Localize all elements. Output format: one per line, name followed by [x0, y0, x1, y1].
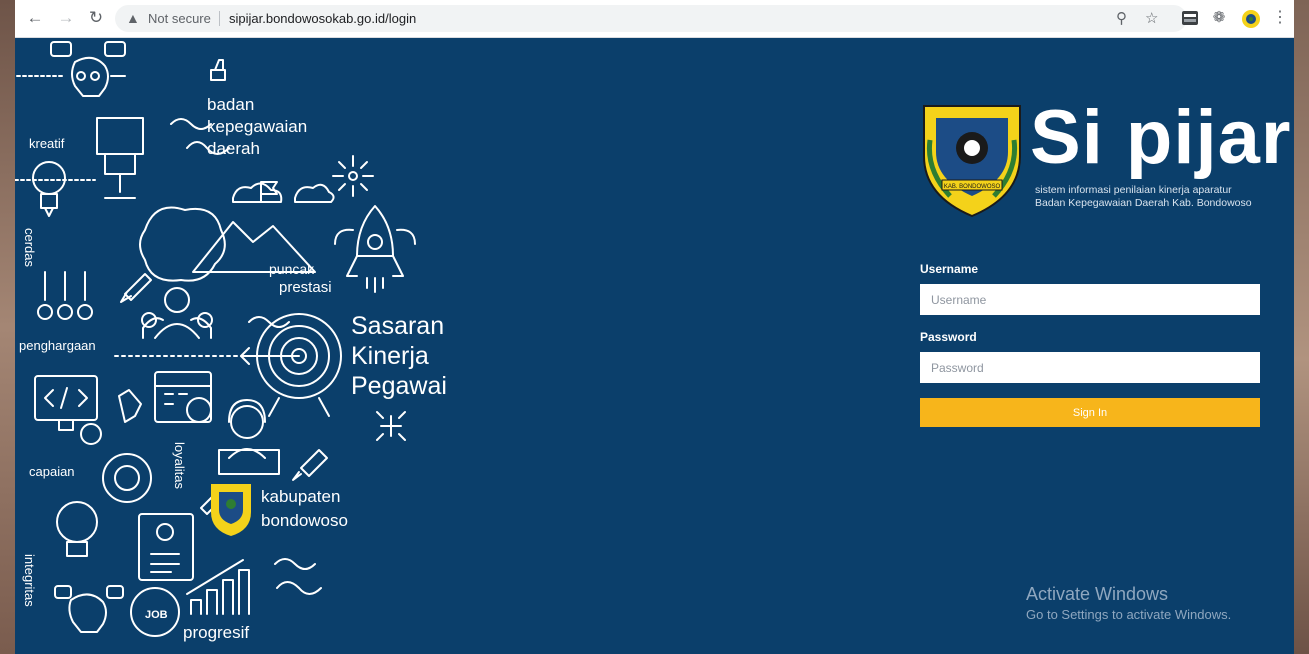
gear-brain-icon: [102, 453, 152, 503]
clock-icon: [186, 397, 212, 423]
password-input[interactable]: [920, 352, 1260, 383]
browser-toolbar: ← → ↻ ▲ Not secure sipijar.bondowosokab.…: [15, 0, 1294, 38]
medal-icon: [44, 271, 86, 301]
brain-icon: [139, 206, 226, 282]
sign-in-button[interactable]: Sign In: [920, 398, 1260, 427]
browser-window: ← → ↻ ▲ Not secure sipijar.bondowosokab.…: [15, 0, 1294, 654]
forward-arrow-icon[interactable]: →: [56, 8, 76, 28]
art-text-capaian: capaian: [29, 464, 75, 479]
password-label: Password: [920, 330, 977, 344]
rocket-small-icon: [292, 449, 328, 481]
kabupaten-crest-icon: [211, 484, 251, 536]
reload-icon[interactable]: ↻: [86, 8, 106, 28]
art-text-daerah: daerah: [207, 139, 260, 158]
art-text-loyalitas: loyalitas: [172, 442, 187, 489]
lightbulb-icon: [32, 161, 66, 195]
login-form: Username Password Sign In: [920, 262, 1260, 427]
chair-icon: [96, 117, 144, 199]
art-text-kepegawaian: kepegawaian: [207, 117, 307, 136]
more-menu-icon[interactable]: ⋮: [1271, 9, 1289, 27]
small-rocket-icon: [120, 273, 152, 303]
back-arrow-icon[interactable]: ←: [25, 8, 45, 28]
art-text-sasaran: Sasaran: [351, 312, 444, 340]
chat-bubble-icon: [50, 41, 72, 57]
art-text-badan: badan: [207, 95, 254, 114]
activation-message: Go to Settings to activate Windows.: [1026, 607, 1232, 622]
art-text-kinerja: Kinerja: [351, 342, 429, 370]
zoom-icon[interactable]: ⚲: [1116, 9, 1127, 27]
desktop-background-left: [0, 0, 15, 654]
warning-triangle-icon[interactable]: ▲: [126, 10, 140, 26]
bondowoso-crest-icon: KAB. BONDOWOSO: [923, 105, 1021, 218]
hand-pointer-icon: [118, 389, 142, 423]
app-subtitle: sistem informasi penilaian kinerja apara…: [1035, 184, 1252, 210]
art-text-cerdas: cerdas: [22, 228, 37, 268]
bar-chart-icon: [186, 559, 250, 615]
sparkle-icon: [376, 411, 406, 441]
art-text-kabupaten: kabupaten: [261, 487, 340, 506]
people-group-icon: [164, 287, 190, 313]
app-title: Si pijar: [1030, 95, 1292, 180]
gear-icon: [80, 423, 102, 445]
sipijar-brand: KAB. BONDOWOSO Si pijar sistem informasi…: [920, 95, 1290, 223]
bookmark-star-icon[interactable]: ☆: [1145, 9, 1158, 27]
art-text-job: JOB: [145, 609, 168, 621]
firework-icon: [348, 171, 358, 181]
thumbs-up-icon: [210, 59, 226, 81]
news-extension-icon[interactable]: [1181, 9, 1199, 27]
address-bar[interactable]: ▲ Not secure sipijar.bondowosokab.go.id/…: [115, 5, 1187, 32]
art-text-kreatif: kreatif: [29, 136, 65, 151]
url-text[interactable]: sipijar.bondowosokab.go.id/login: [229, 11, 416, 26]
desktop-background-right: [1294, 0, 1309, 654]
app-subtitle-line2: Badan Kepegawaian Daerah Kab. Bondowoso: [1035, 197, 1252, 209]
security-status-label[interactable]: Not secure: [148, 11, 211, 26]
idea-gear-icon: [56, 501, 98, 543]
activation-title: Activate Windows: [1026, 584, 1169, 604]
calendar-icon: [154, 371, 212, 423]
crest-text: KAB. BONDOWOSO: [944, 184, 1001, 190]
art-text-bondowoso: bondowoso: [261, 511, 348, 530]
art-text-integritas: integritas: [22, 554, 37, 607]
art-text-pegawai: Pegawai: [351, 372, 447, 400]
app-subtitle-line1: sistem informasi penilaian kinerja apara…: [1035, 184, 1232, 196]
username-input[interactable]: [920, 284, 1260, 315]
art-text-prestasi: prestasi: [279, 279, 332, 296]
customer-service-icon: [230, 405, 264, 439]
chat-bubble-icon: [104, 41, 126, 57]
art-text-progresif: progresif: [183, 623, 249, 642]
head-bottom-icon: [68, 593, 107, 633]
address-divider: [219, 11, 220, 26]
windows-activation-watermark: Activate Windows Go to Settings to activ…: [1026, 584, 1231, 622]
puzzle-extensions-icon[interactable]: ❁: [1210, 9, 1228, 27]
art-text-penghargaan: penghargaan: [19, 338, 96, 353]
illustration-panel: badan kepegawaian daerah kreatif cerdas …: [15, 41, 447, 642]
username-label: Username: [920, 262, 979, 276]
login-page: badan kepegawaian daerah kreatif cerdas …: [15, 38, 1294, 654]
profile-avatar-icon[interactable]: [1241, 9, 1260, 28]
art-text-puncak: puncak: [269, 261, 315, 277]
